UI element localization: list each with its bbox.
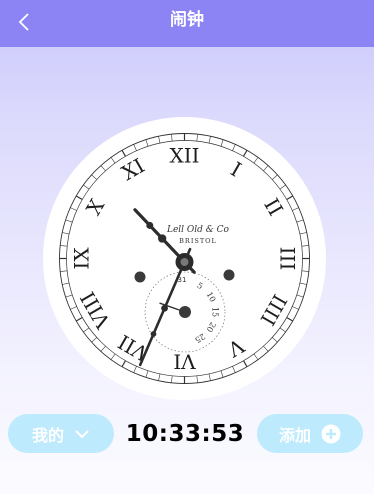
maker-city: BRISTOL <box>179 237 217 245</box>
roman-numeral: IX <box>70 247 94 270</box>
page-title: 闹钟 <box>170 10 204 30</box>
digital-time: 10:33:53 <box>125 421 245 447</box>
bottom-row: 我的 10:33:53 添加 <box>0 414 374 454</box>
top-bar: 闹钟 <box>0 0 374 47</box>
center-pivot-cap <box>180 258 189 266</box>
mine-label: 我的 <box>31 425 64 445</box>
mine-dropdown-button[interactable]: 我的 <box>8 414 114 453</box>
subdial-number: 15 <box>211 307 220 317</box>
add-alarm-button[interactable]: 添加 <box>257 414 363 453</box>
clock-face: XII I II III IIII V VI VII VIII IX X XI Lell Old & … <box>43 117 326 400</box>
add-label: 添加 <box>278 425 311 445</box>
roman-numeral: VI <box>173 350 196 374</box>
roman-numeral: III <box>276 247 300 271</box>
clock-svg: XIIIIIIIIIIIIVVIVIIVIIIIXXXI Lell Old & … <box>43 117 326 400</box>
chevron-down-icon <box>74 429 90 439</box>
roman-numeral: XII <box>169 144 199 168</box>
plus-circle-icon <box>321 424 341 444</box>
maker-line: Lell Old & Co <box>166 225 230 235</box>
winding-hole-right <box>223 269 235 281</box>
winding-hole-left <box>134 271 146 283</box>
subdial-pivot <box>179 306 191 318</box>
